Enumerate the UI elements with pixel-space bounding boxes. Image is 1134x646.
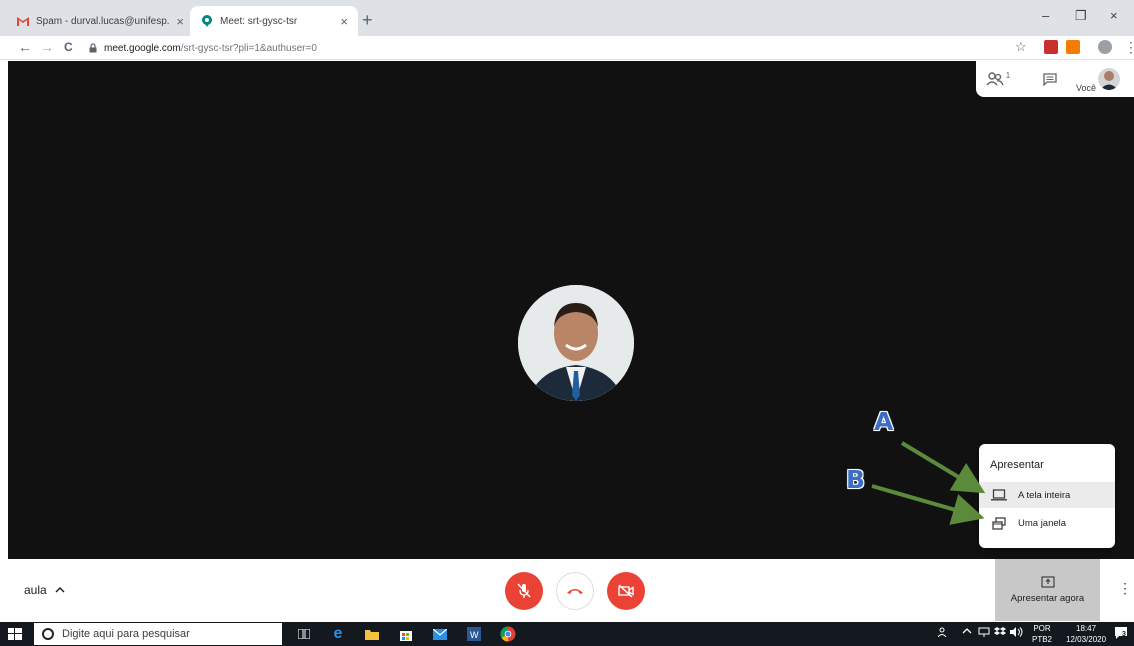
network-icon[interactable] [978,627,990,639]
word-icon[interactable]: W [466,626,482,642]
reload-button[interactable]: C [64,39,73,55]
volume-icon[interactable] [1010,627,1024,639]
leave-call-button[interactable] [556,572,594,610]
present-now-button[interactable]: Apresentar agora [995,559,1100,621]
meet-video-stage: 1 Você Apresentar A tela inteira Uma jan… [8,61,1134,559]
windows-start-icon[interactable] [8,628,22,640]
address-bar[interactable]: meet.google.com/srt-gysc-tsr?pli=1&authu… [88,39,998,57]
annotation-letter-b: B [846,465,866,494]
input-language-indicator[interactable]: POR PTB2 [1032,623,1052,645]
close-tab-icon[interactable]: × [176,14,184,29]
taskbar-search-placeholder: Digite aqui para pesquisar [62,628,190,640]
clock-date: 12/03/2020 [1066,635,1107,644]
meet-top-panel: 1 Você [976,61,1134,97]
keyboard-layout: PTB2 [1032,635,1053,644]
present-option-label: Uma janela [1018,517,1067,529]
meeting-name: aula [24,583,47,597]
chrome-icon[interactable] [500,626,516,642]
windows-taskbar: Digite aqui para pesquisar e W POR PTB2 … [0,622,1134,646]
participant-avatar [518,285,634,401]
mic-toggle-button[interactable] [505,572,543,610]
laptop-icon [991,488,1007,502]
close-tab-icon[interactable]: × [340,14,348,29]
restore-button[interactable]: ❐ [1075,8,1087,24]
tab-title: Spam - durval.lucas@unifesp.br - [36,15,171,27]
present-option-label: A tela inteira [1018,489,1071,501]
minimize-button[interactable]: – [1042,8,1049,23]
bookmark-star-icon[interactable]: ☆ [1015,39,1027,55]
meet-icon [200,14,214,28]
participants-count: 1 [1005,70,1011,80]
file-explorer-icon[interactable] [364,626,380,642]
chat-icon [1043,72,1057,86]
cortana-icon [42,628,54,640]
tab-meet[interactable]: Meet: srt-gysc-tsr × [190,6,358,36]
edge-icon[interactable]: e [330,625,346,642]
tab-gmail[interactable]: Spam - durval.lucas@unifesp.br - × [6,6,194,36]
camera-toggle-button[interactable] [607,572,645,610]
present-screen-icon [1040,576,1055,588]
browser-tab-strip: Spam - durval.lucas@unifesp.br - × Meet:… [0,0,1134,36]
show-hidden-icons-icon[interactable] [962,627,972,637]
hang-up-icon [567,589,583,594]
mic-off-icon [517,583,531,598]
back-button[interactable]: ← [18,39,32,55]
browser-menu-icon[interactable]: ⋮ [1124,39,1134,55]
notification-count: 3 [1122,631,1126,638]
sc-extension-icon[interactable] [1066,40,1080,54]
clock-time: 18:47 [1076,624,1097,633]
present-menu-title: Apresentar [990,459,1044,471]
language-code: POR [1033,624,1051,633]
microphone-icon[interactable] [262,626,278,642]
present-window-option[interactable]: Uma janela [979,510,1115,536]
chevron-up-icon [55,584,65,596]
people-tray-icon[interactable] [937,627,950,639]
participants-button[interactable]: 1 [980,61,1016,97]
browser-toolbar: ← → C meet.google.com/srt-gysc-tsr?pli=1… [0,36,1134,60]
url-path: /srt-gysc-tsr?pli=1&authuser=0 [180,42,317,54]
lock-icon [89,43,97,53]
window-icon [991,516,1007,530]
dropbox-icon[interactable] [994,627,1006,639]
tab-title: Meet: srt-gysc-tsr [220,15,298,27]
chat-button[interactable] [1032,61,1068,97]
more-options-icon[interactable]: ⋮ [1118,581,1132,595]
new-tab-button[interactable]: + [362,11,373,29]
meet-bottom-bar: aula Apresentar agora ⋮ [0,559,1134,622]
store-icon[interactable] [398,626,414,642]
camera-off-icon [618,584,634,598]
self-avatar[interactable] [1098,68,1121,90]
present-entire-screen-option[interactable]: A tela inteira [979,482,1115,508]
close-window-button[interactable]: × [1110,8,1118,23]
present-now-label: Apresentar agora [1010,593,1085,604]
screenshot: { "browser": { "tabs": [ {"title": "Spam… [0,0,1134,646]
forward-button[interactable]: → [40,39,54,55]
you-label: Você [1076,83,1097,93]
people-icon [986,72,1004,86]
action-center-button[interactable]: 3 [1114,626,1130,642]
present-menu: Apresentar A tela inteira Uma janela [979,444,1115,548]
annotation-letter-a: A [874,407,894,436]
pdf-extension-icon[interactable] [1044,40,1058,54]
mail-icon[interactable] [432,626,448,642]
meeting-details-toggle[interactable]: aula [24,583,65,597]
gmail-icon [16,14,30,28]
taskbar-search[interactable]: Digite aqui para pesquisar [34,623,282,645]
svg-text:W: W [470,630,479,640]
system-clock[interactable]: 18:47 12/03/2020 [1066,623,1106,645]
url-host: meet.google.com [104,42,181,54]
profile-avatar[interactable] [1098,40,1112,54]
task-view-icon[interactable] [296,626,312,642]
